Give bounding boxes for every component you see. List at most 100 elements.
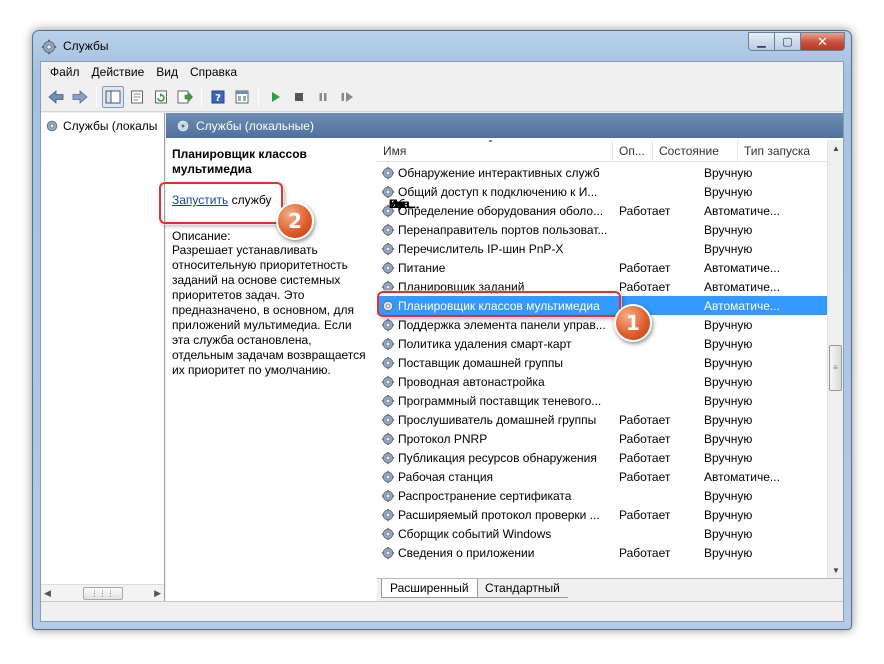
service-name: Протокол PNRP: [398, 431, 488, 446]
forward-button[interactable]: [69, 86, 91, 108]
table-row[interactable]: Протокол PNRP Раз... Работает Вручную: [377, 197, 827, 448]
properties-icon: [131, 90, 143, 103]
export-button[interactable]: [174, 86, 196, 108]
play-icon: [272, 91, 280, 102]
svg-text:?: ?: [215, 93, 221, 104]
service-name: Программный поставщик теневого...: [398, 393, 602, 408]
service-startup-cell: Вручную: [704, 336, 753, 351]
service-name: Публикация ресурсов обнаружения: [398, 450, 597, 465]
service-rows: Обнаружение интерактивных служб Вкл... Вру…: [377, 163, 827, 562]
description-label: Описание:: [172, 229, 231, 243]
table-row[interactable]: Перенаправитель портов пользоват... Пе...…: [377, 197, 827, 239]
service-startup-cell: Вручную: [704, 488, 753, 503]
table-row[interactable]: Распространение сертификата Ко... Вручную: [377, 197, 827, 505]
service-name: Перенаправитель портов пользоват...: [398, 222, 608, 237]
gear-icon: [46, 120, 58, 132]
service-name-cell: Публикация ресурсов обнаружения: [377, 451, 613, 465]
maximize-button[interactable]: ▢: [775, 32, 801, 51]
description-text: Разрешает устанавливать относительную пр…: [172, 243, 366, 377]
menu-help[interactable]: Справка: [184, 65, 243, 79]
service-startup-cell: Вручную: [704, 184, 753, 199]
callout-badge-2: 2: [276, 202, 314, 240]
minimize-button[interactable]: ▁: [748, 32, 775, 51]
scroll-down-icon[interactable]: ▼: [828, 562, 844, 578]
menu-bar: Файл Действие Вид Справка: [41, 62, 843, 82]
maximize-icon: ▢: [782, 36, 793, 48]
console-tree-icon: [105, 90, 121, 103]
tab-standard[interactable]: Стандартный: [477, 579, 568, 598]
tab-extended[interactable]: Расширенный: [381, 579, 478, 598]
pane-title: Службы (локальные): [196, 118, 314, 133]
properties-button[interactable]: [126, 86, 148, 108]
back-button[interactable]: [45, 86, 67, 108]
table-row[interactable]: Сведения о приложении Об... Работает Вручну…: [377, 197, 827, 562]
table-row[interactable]: Прослушиватель домашней группы Из... Работ…: [377, 197, 827, 429]
service-name: Поставщик домашней группы: [398, 355, 563, 370]
column-name[interactable]: ▲ Имя: [377, 140, 613, 161]
tree-horizontal-scrollbar[interactable]: ◀ ⋮⋮⋮ ▶: [41, 584, 164, 601]
close-button[interactable]: ✕: [801, 32, 845, 51]
stop-service-button[interactable]: [288, 86, 310, 108]
gear-icon: [381, 451, 395, 464]
list-vertical-scrollbar[interactable]: ▲ ≡ ▼: [827, 140, 843, 578]
menu-file[interactable]: Файл: [44, 65, 86, 79]
start-service-button[interactable]: [264, 86, 286, 108]
table-row[interactable]: Публикация ресурсов обнаружения Пу... Рабо…: [377, 197, 827, 467]
gear-icon: [381, 318, 395, 331]
table-row[interactable]: Сборщик событий Windows Эта... Вручную: [377, 197, 827, 543]
service-name-cell: Расширяемый протокол проверки ...: [377, 508, 613, 522]
service-startup-cell: Автоматиче...: [704, 260, 780, 275]
help-button[interactable]: ?: [207, 86, 229, 108]
list-header: ▲ Имя Оп... Состояние Тип запуска: [377, 140, 843, 162]
table-row[interactable]: Проводная автонастройка Сл... Вручную: [377, 197, 827, 391]
restart-service-button[interactable]: [336, 86, 358, 108]
services-gear-icon: [41, 39, 57, 55]
gear-icon: [381, 242, 395, 255]
service-startup-cell: Автоматиче...: [704, 469, 780, 484]
menu-action[interactable]: Действие: [86, 65, 151, 79]
mmc-view-button[interactable]: [231, 86, 253, 108]
table-row[interactable]: Программный поставщик теневого... Уп... Вр…: [377, 197, 827, 410]
table-row[interactable]: Расширяемый протокол проверки ... Сл... Ра…: [377, 197, 827, 524]
gear-icon: [177, 120, 189, 131]
view-tabs: Расширенный Стандартный: [377, 578, 843, 601]
scroll-thumb[interactable]: ⋮⋮⋮: [82, 586, 123, 600]
table-row[interactable]: Политика удаления смарт-карт По... Вручную: [377, 197, 827, 353]
table-row[interactable]: Поддержка элемента панели управ... Вручну…: [377, 315, 827, 334]
menu-view[interactable]: Вид: [150, 65, 184, 79]
pause-service-button[interactable]: [312, 86, 334, 108]
title-bar[interactable]: Службы ▁ ▢ ✕: [33, 31, 851, 61]
table-row[interactable]: Общий доступ к подключению к И... Пр... Вр…: [377, 182, 827, 211]
table-row[interactable]: Обнаружение интерактивных служб Вкл... Вру…: [377, 163, 827, 211]
column-startup[interactable]: Тип запуска: [738, 140, 822, 161]
table-row[interactable]: Поставщик домашней группы Вы... Вручную: [377, 197, 827, 372]
service-state-cell: Работает: [619, 545, 671, 560]
column-description[interactable]: Оп...: [613, 140, 653, 161]
column-state[interactable]: Состояние: [653, 140, 738, 161]
sort-arrow-icon: ▲: [487, 140, 494, 144]
show-tree-button[interactable]: [102, 85, 124, 108]
scroll-up-icon[interactable]: ▲: [828, 140, 844, 156]
service-name-cell: Питание: [377, 261, 613, 275]
service-state-cell: Работает: [619, 203, 671, 218]
service-startup-cell: Автоматиче...: [704, 298, 780, 313]
table-row[interactable]: Перечислитель IP-шин PnP-X Сл... Вручную: [377, 197, 827, 258]
service-startup-cell: Вручную: [704, 374, 753, 389]
table-row[interactable]: Питание Уп... Работает Автоматиче...: [377, 197, 827, 277]
service-startup-cell: Автоматиче...: [704, 279, 780, 294]
tree-item-services-local[interactable]: Службы (локалы: [45, 119, 163, 133]
table-row[interactable]: Определение оборудования оболо... Пр... Ра…: [377, 197, 827, 220]
service-name: Общий доступ к подключению к И...: [398, 184, 598, 199]
table-row[interactable]: Рабочая станция Соз... Работает Автоматиче.…: [377, 197, 827, 486]
service-name-cell: Рабочая станция: [377, 470, 613, 484]
toolbar-separator: [201, 86, 202, 107]
service-state-cell: Работает: [619, 279, 671, 294]
service-state-cell: Работает: [619, 412, 671, 427]
scroll-thumb[interactable]: ≡: [829, 345, 842, 391]
gear-icon: [381, 432, 395, 445]
refresh-button[interactable]: [150, 86, 172, 108]
pause-icon: [319, 92, 327, 101]
service-startup-cell: Вручную: [704, 450, 753, 465]
services-list: ▲ Имя Оп... Состояние Тип запуска Обнару…: [377, 140, 843, 578]
gear-icon: [381, 413, 395, 426]
